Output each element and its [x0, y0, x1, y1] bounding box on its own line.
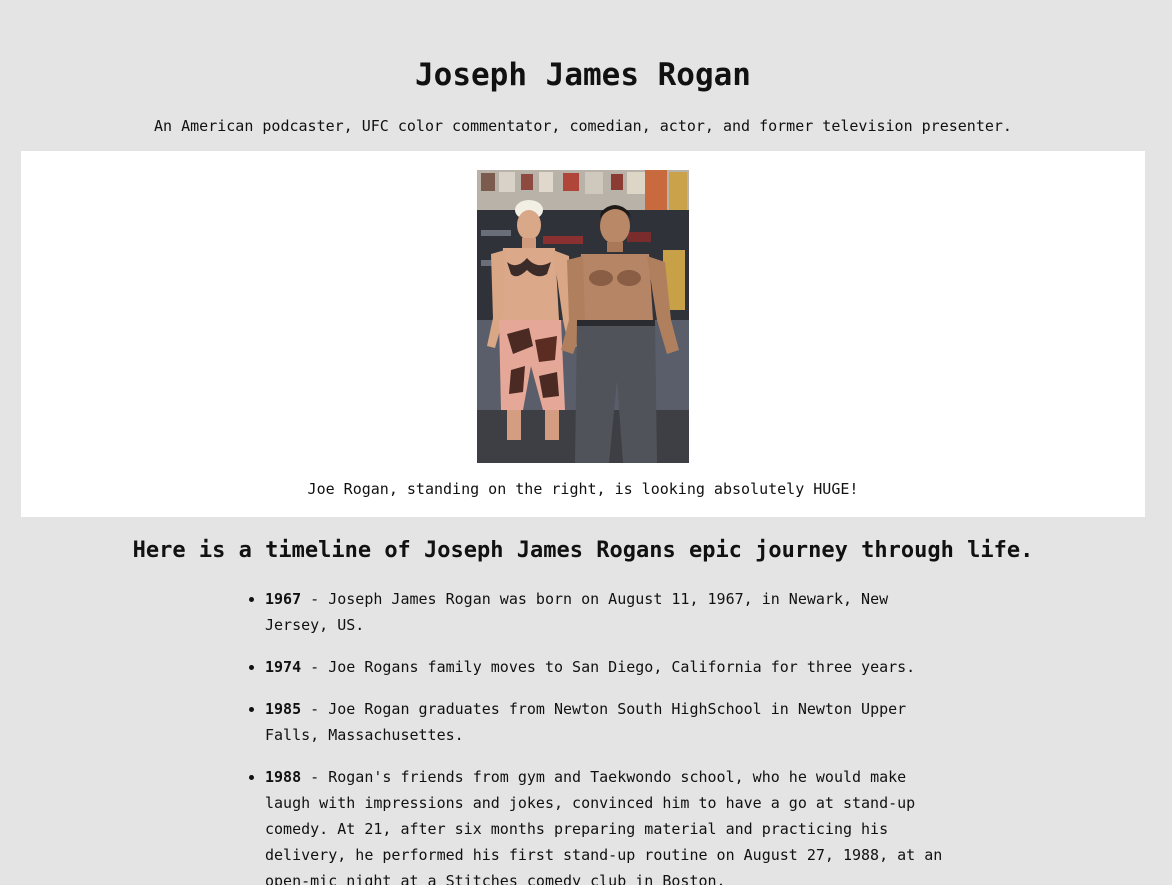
timeline-text: - Joe Rogan graduates from Newton South … [265, 700, 907, 744]
timeline-year: 1988 [265, 768, 302, 786]
timeline-item: 1988 - Rogan's friends from gym and Taek… [265, 764, 955, 885]
image-caption: Joe Rogan, standing on the right, is loo… [307, 480, 859, 498]
timeline-item: 1974 - Joe Rogans family moves to San Di… [265, 654, 955, 680]
timeline-year: 1974 [265, 658, 302, 676]
tribute-page: Joseph James Rogan An American podcaster… [0, 0, 1172, 885]
timeline-year: 1967 [265, 590, 302, 608]
timeline-text: - Joseph James Rogan was born on August … [265, 590, 889, 634]
page-title: Joseph James Rogan [415, 57, 751, 93]
timeline-item: 1967 - Joseph James Rogan was born on Au… [265, 586, 955, 638]
timeline-text: - Joe Rogans family moves to San Diego, … [301, 658, 916, 676]
image-figure: Joe Rogan, standing on the right, is loo… [21, 151, 1145, 517]
timeline-heading: Here is a timeline of Joseph James Rogan… [132, 538, 1034, 563]
page-subtitle: An American podcaster, UFC color comment… [154, 117, 1012, 135]
timeline-text: - Rogan's friends from gym and Taekwondo… [265, 768, 943, 885]
tribute-photo [477, 170, 689, 463]
timeline-item: 1985 - Joe Rogan graduates from Newton S… [265, 696, 955, 748]
timeline-list: 1967 - Joseph James Rogan was born on Au… [245, 586, 955, 885]
timeline-year: 1985 [265, 700, 302, 718]
